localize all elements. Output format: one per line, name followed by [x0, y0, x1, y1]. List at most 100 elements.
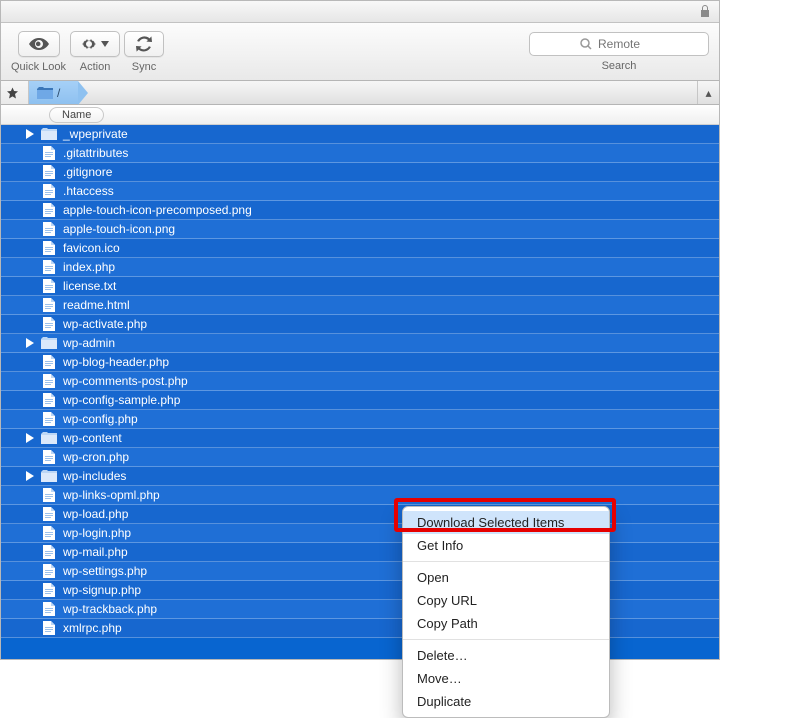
gear-icon — [81, 36, 97, 52]
file-name-label: .htaccess — [63, 184, 114, 198]
file-row[interactable]: apple-touch-icon.png — [1, 220, 719, 239]
file-name-label: wp-activate.php — [63, 317, 147, 331]
file-name-label: .gitignore — [63, 165, 112, 179]
file-icon — [41, 488, 57, 502]
sync-group: Sync — [124, 31, 164, 73]
file-row[interactable]: favicon.ico — [1, 239, 719, 258]
action-button[interactable] — [70, 31, 120, 57]
quick-look-group: Quick Look — [11, 31, 66, 73]
folder-icon — [41, 431, 57, 445]
ctx-delete[interactable]: Delete… — [403, 644, 609, 667]
file-name-label: wp-links-opml.php — [63, 488, 160, 502]
ctx-download[interactable]: Download Selected Items — [403, 511, 609, 534]
file-name-label: wp-settings.php — [63, 564, 147, 578]
file-row[interactable]: wp-comments-post.php — [1, 372, 719, 391]
quick-look-button[interactable] — [18, 31, 60, 57]
ctx-separator — [403, 561, 609, 562]
path-root[interactable]: / — [29, 81, 78, 104]
scroll-up-button[interactable]: ▴ — [697, 81, 719, 104]
file-row[interactable]: .htaccess — [1, 182, 719, 201]
file-row[interactable]: wp-settings.php — [1, 562, 719, 581]
file-name-label: wp-trackback.php — [63, 602, 157, 616]
file-icon — [41, 241, 57, 255]
sync-button[interactable] — [124, 31, 164, 57]
file-name-label: wp-config-sample.php — [63, 393, 180, 407]
disclosure-triangle-icon[interactable] — [25, 471, 35, 481]
sync-label: Sync — [132, 61, 156, 73]
file-name-label: wp-config.php — [63, 412, 138, 426]
file-row[interactable]: wp-includes — [1, 467, 719, 486]
file-row[interactable]: wp-activate.php — [1, 315, 719, 334]
file-name-label: apple-touch-icon.png — [63, 222, 175, 236]
file-row[interactable]: wp-cron.php — [1, 448, 719, 467]
search-icon — [580, 38, 592, 50]
file-row[interactable]: wp-mail.php — [1, 543, 719, 562]
file-name-label: wp-login.php — [63, 526, 131, 540]
file-icon — [41, 222, 57, 236]
file-list[interactable]: _wpeprivate .gitattributes .gitignore .htac… — [1, 125, 719, 659]
file-icon — [41, 545, 57, 559]
search-input[interactable] — [598, 37, 658, 51]
folder-icon — [41, 469, 57, 483]
file-row[interactable]: wp-config-sample.php — [1, 391, 719, 410]
file-icon — [41, 374, 57, 388]
ctx-copy-path[interactable]: Copy Path — [403, 612, 609, 635]
file-icon — [41, 184, 57, 198]
ctx-copy-url[interactable]: Copy URL — [403, 589, 609, 612]
ctx-open[interactable]: Open — [403, 566, 609, 589]
file-name-label: wp-signup.php — [63, 583, 141, 597]
search-field[interactable] — [529, 32, 709, 56]
action-group: Action — [70, 31, 120, 73]
file-row[interactable]: index.php — [1, 258, 719, 277]
file-row[interactable]: wp-admin — [1, 334, 719, 353]
file-row[interactable]: wp-signup.php — [1, 581, 719, 600]
ctx-duplicate[interactable]: Duplicate — [403, 690, 609, 713]
disclosure-triangle-icon[interactable] — [25, 129, 35, 139]
context-menu: Download Selected Items Get Info Open Co… — [402, 506, 610, 718]
search-group: Search — [529, 32, 709, 72]
file-icon — [41, 298, 57, 312]
ctx-move[interactable]: Move… — [403, 667, 609, 690]
file-name-label: xmlrpc.php — [63, 621, 122, 635]
file-row[interactable]: _wpeprivate — [1, 125, 719, 144]
disclosure-triangle-icon[interactable] — [25, 433, 35, 443]
file-icon — [41, 564, 57, 578]
file-row[interactable]: .gitattributes — [1, 144, 719, 163]
file-icon — [41, 602, 57, 616]
file-icon — [41, 507, 57, 521]
file-name-label: wp-load.php — [63, 507, 128, 521]
file-row[interactable]: license.txt — [1, 277, 719, 296]
file-row[interactable]: apple-touch-icon-precomposed.png — [1, 201, 719, 220]
file-name-label: wp-blog-header.php — [63, 355, 169, 369]
folder-icon — [41, 127, 57, 141]
column-name[interactable]: Name — [49, 107, 104, 123]
file-name-label: _wpeprivate — [63, 127, 128, 141]
file-row[interactable]: wp-links-opml.php — [1, 486, 719, 505]
column-header: Name — [1, 105, 719, 125]
file-name-label: wp-comments-post.php — [63, 374, 188, 388]
chevron-up-icon: ▴ — [705, 86, 711, 100]
file-row[interactable]: wp-blog-header.php — [1, 353, 719, 372]
lock-icon — [699, 4, 711, 18]
ctx-separator — [403, 639, 609, 640]
file-icon — [41, 260, 57, 274]
sync-icon — [136, 36, 152, 52]
file-row[interactable]: .gitignore — [1, 163, 719, 182]
file-row[interactable]: xmlrpc.php — [1, 619, 719, 638]
disclosure-triangle-icon[interactable] — [25, 338, 35, 348]
file-row[interactable]: wp-trackback.php — [1, 600, 719, 619]
file-row[interactable]: wp-config.php — [1, 410, 719, 429]
file-name-label: license.txt — [63, 279, 116, 293]
file-row[interactable]: wp-content — [1, 429, 719, 448]
file-icon — [41, 412, 57, 426]
favorites-button[interactable] — [1, 81, 29, 104]
file-icon — [41, 146, 57, 160]
file-icon — [41, 393, 57, 407]
ctx-get-info[interactable]: Get Info — [403, 534, 609, 557]
file-row[interactable]: readme.html — [1, 296, 719, 315]
file-row[interactable]: wp-login.php — [1, 524, 719, 543]
file-icon — [41, 279, 57, 293]
file-icon — [41, 317, 57, 331]
file-name-label: .gitattributes — [63, 146, 128, 160]
file-row[interactable]: wp-load.php — [1, 505, 719, 524]
